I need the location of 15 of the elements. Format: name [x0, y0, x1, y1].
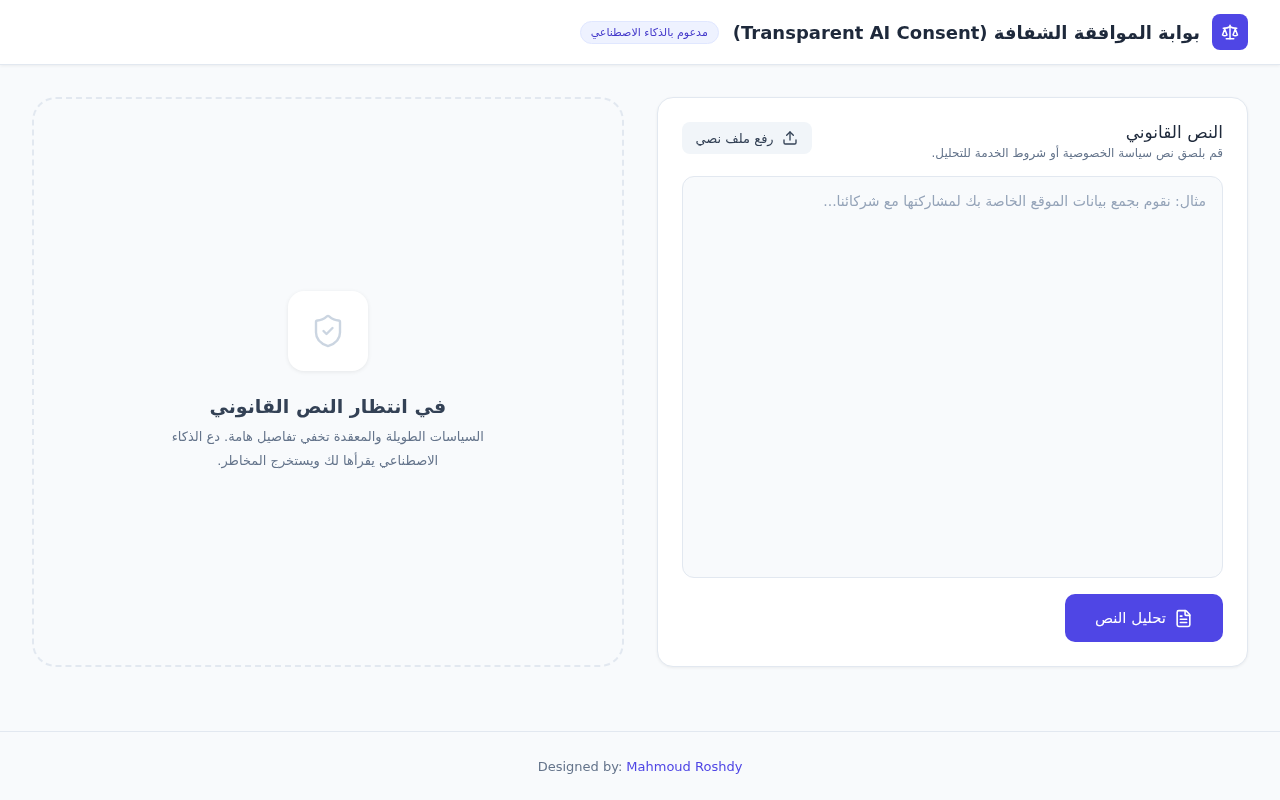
- waiting-description: السياسات الطويلة والمعقدة تخفي تفاصيل هامة. دع الذكاء الاصطناعي يقرأها لك ويستخرج المخاطر.: [170, 428, 485, 471]
- card-title: النص القانوني: [1124, 122, 1223, 142]
- app-title: بوابة الموافقة الشفافة (Transparent AI Consent): [732, 21, 1200, 43]
- upload-button[interactable]: رفع ملف نصي: [681, 122, 812, 154]
- document-icon: [1174, 608, 1193, 628]
- footer-label: Designed by:: [537, 758, 623, 774]
- upload-icon: [781, 130, 798, 146]
- author-link[interactable]: Mahmoud Roshdy: [626, 758, 743, 774]
- ai-badge: مدعوم بالذكاء الاصطناعي: [579, 20, 719, 44]
- card-subtitle: قم بلصق نص سياسة الخصوصية أو شروط الخدمة للتحليل.: [931, 146, 1223, 160]
- shield-check-icon: [287, 291, 368, 371]
- scale-icon: [1212, 14, 1248, 50]
- waiting-title: في انتظار النص القانوني: [209, 395, 447, 417]
- text-input-field[interactable]: مثال: نقوم بجمع بيانات الموقع الخاصة بك لمشاركتها مع شركائنا...: [681, 176, 1223, 578]
- analyze-button[interactable]: تحليل النص: [1064, 594, 1223, 642]
